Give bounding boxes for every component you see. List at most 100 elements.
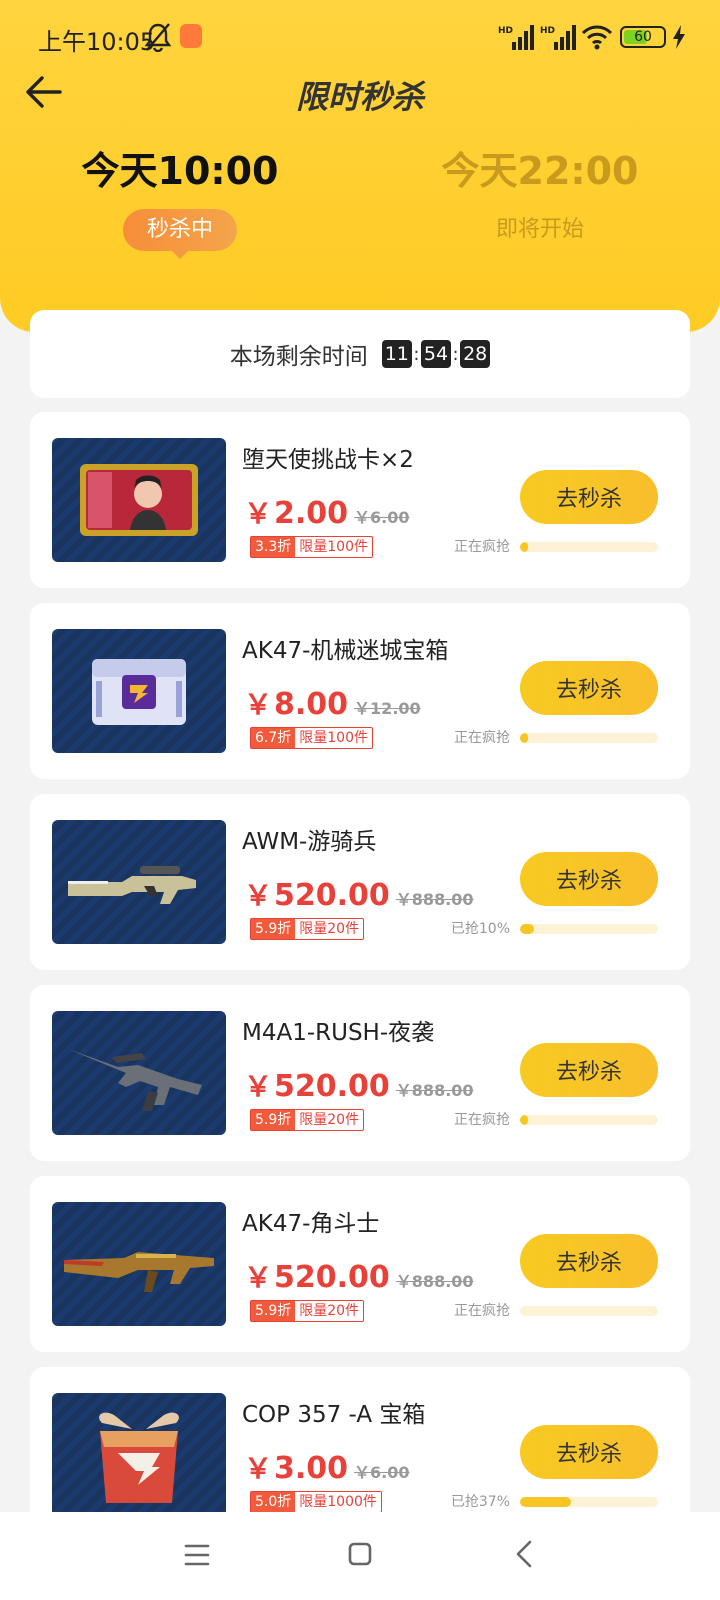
product-image-treasure-chest xyxy=(52,629,226,753)
svg-text:HD: HD xyxy=(540,26,555,36)
home-icon[interactable] xyxy=(346,1540,374,1568)
wifi-icon xyxy=(581,25,613,50)
flash-buy-button[interactable]: 去秒杀 xyxy=(520,1425,658,1479)
promo-tags: 5.0折 限量1000件 xyxy=(250,1491,382,1512)
session-time: 今天10:00 xyxy=(81,149,279,193)
product-name: AK47-机械迷城宝箱 xyxy=(242,638,449,664)
progress-bar xyxy=(520,733,658,743)
flash-buy-button[interactable]: 去秒杀 xyxy=(520,852,658,906)
limit-tag: 限量1000件 xyxy=(299,1494,377,1510)
product-price: ￥520.00 ￥888.00 xyxy=(244,1260,474,1295)
product-card[interactable]: 堕天使挑战卡×2 ￥2.00 ￥6.00 3.3折 限量100件 去秒杀 正在疯抢 xyxy=(30,412,690,588)
product-card[interactable]: AK47-机械迷城宝箱 ￥8.00 ￥12.00 6.7折 限量100件 去秒杀 … xyxy=(30,603,690,779)
bell-muted-icon xyxy=(144,23,172,52)
flash-buy-button[interactable]: 去秒杀 xyxy=(520,661,658,715)
original-price: ￥12.00 xyxy=(354,699,421,718)
progress-text: 正在疯抢 xyxy=(454,1112,510,1128)
session-time: 今天22:00 xyxy=(441,149,639,193)
battery-icon: 60 xyxy=(620,26,666,48)
progress-text: 正在疯抢 xyxy=(454,539,510,555)
countdown-minutes: 54 xyxy=(420,340,452,368)
discount-tag: 3.3折 xyxy=(251,537,296,557)
limit-tag: 限量100件 xyxy=(299,730,368,746)
discount-tag: 5.0折 xyxy=(251,1492,296,1512)
discount-tag: 5.9折 xyxy=(251,919,296,939)
countdown-seconds: 28 xyxy=(460,340,491,368)
product-price: ￥2.00 ￥6.00 xyxy=(244,496,410,531)
product-card[interactable]: COP 357 -A 宝箱 ￥3.00 ￥6.00 5.0折 限量1000件 去秒… xyxy=(30,1367,690,1512)
progress-fill xyxy=(520,924,534,934)
session-tab-0[interactable]: 今天10:00 秒杀中 xyxy=(30,140,330,259)
signal-icon: HD xyxy=(540,25,576,50)
progress-bar xyxy=(520,1115,658,1125)
product-price: ￥3.00 ￥6.00 xyxy=(244,1451,410,1486)
progress-text: 正在疯抢 xyxy=(454,730,510,746)
session-status-label: 即将开始 xyxy=(495,217,584,242)
status-time: 上午10:05 xyxy=(38,28,156,56)
status-bar: 上午10:05 HD HD 60 xyxy=(0,14,720,60)
product-name: 堕天使挑战卡×2 xyxy=(242,447,414,473)
product-image-challenge-card xyxy=(52,438,226,562)
progress-fill xyxy=(520,1115,528,1125)
product-image-gift-box xyxy=(52,1393,226,1512)
system-nav-bar xyxy=(0,1512,720,1600)
progress-bar xyxy=(520,1306,658,1316)
progress-bar xyxy=(520,924,658,934)
product-card[interactable]: M4A1-RUSH-夜袭 ￥520.00 ￥888.00 5.9折 限量20件 去… xyxy=(30,985,690,1161)
original-price: ￥6.00 xyxy=(354,508,410,527)
product-image-assault-rifle xyxy=(52,1011,226,1135)
app-badge-icon xyxy=(180,24,202,48)
countdown-separator: : xyxy=(452,343,459,365)
menu-icon[interactable] xyxy=(184,1542,210,1568)
back-icon[interactable] xyxy=(512,1538,536,1570)
progress-text: 正在疯抢 xyxy=(454,1303,510,1319)
flash-buy-button[interactable]: 去秒杀 xyxy=(520,470,658,524)
product-list: 堕天使挑战卡×2 ￥2.00 ￥6.00 3.3折 限量100件 去秒杀 正在疯抢… xyxy=(30,412,690,1512)
flash-buy-button[interactable]: 去秒杀 xyxy=(520,1043,658,1097)
progress-bar xyxy=(520,1497,658,1507)
product-image-sniper-rifle xyxy=(52,820,226,944)
countdown-label: 本场剩余时间 xyxy=(229,344,368,370)
page-title: 限时秒杀 xyxy=(295,78,424,116)
header-banner: 上午10:05 HD HD 60 限时秒杀 今天10:00 秒杀中 今天22:0… xyxy=(0,0,720,332)
original-price: ￥888.00 xyxy=(395,1081,474,1100)
product-card[interactable]: AK47-角斗士 ￥520.00 ￥888.00 5.9折 限量20件 去秒杀 正… xyxy=(30,1176,690,1352)
original-price: ￥888.00 xyxy=(395,890,474,909)
limit-tag: 限量20件 xyxy=(299,1112,360,1128)
session-tab-1[interactable]: 今天22:00 即将开始 xyxy=(390,140,690,251)
session-status-badge: 秒杀中 xyxy=(122,209,237,259)
discount-tag: 5.9折 xyxy=(251,1110,296,1130)
promo-tags: 6.7折 限量100件 xyxy=(250,727,373,749)
discount-tag: 5.9折 xyxy=(251,1301,296,1321)
limit-tag: 限量100件 xyxy=(299,539,368,555)
progress-fill xyxy=(520,542,528,552)
progress-bar xyxy=(520,542,658,552)
progress-fill xyxy=(520,733,528,743)
product-image-ak47-rifle xyxy=(52,1202,226,1326)
countdown-hours: 11 xyxy=(381,340,412,368)
product-card[interactable]: AWM-游骑兵 ￥520.00 ￥888.00 5.9折 限量20件 去秒杀 已抢… xyxy=(30,794,690,970)
discount-tag: 6.7折 xyxy=(251,728,296,748)
product-name: AWM-游骑兵 xyxy=(242,829,377,855)
signal-icon: HD xyxy=(498,25,534,50)
product-price: ￥8.00 ￥12.00 xyxy=(244,687,421,722)
progress-text: 已抢37% xyxy=(450,1494,510,1510)
flash-buy-button[interactable]: 去秒杀 xyxy=(520,1234,658,1288)
promo-tags: 5.9折 限量20件 xyxy=(250,1109,365,1131)
product-name: M4A1-RUSH-夜袭 xyxy=(242,1020,435,1046)
charging-bolt-icon xyxy=(673,25,685,49)
original-price: ￥6.00 xyxy=(354,1463,410,1482)
product-name: COP 357 -A 宝箱 xyxy=(242,1402,426,1428)
product-price: ￥520.00 ￥888.00 xyxy=(244,1069,474,1104)
promo-tags: 5.9折 限量20件 xyxy=(250,1300,365,1322)
product-name: AK47-角斗士 xyxy=(242,1211,380,1237)
product-price: ￥520.00 ￥888.00 xyxy=(244,878,474,913)
countdown-card: 本场剩余时间 11 : 54 : 28 xyxy=(30,310,690,398)
battery-text: 60 xyxy=(634,29,652,45)
original-price: ￥888.00 xyxy=(395,1272,474,1291)
promo-tags: 3.3折 限量100件 xyxy=(250,536,373,558)
limit-tag: 限量20件 xyxy=(299,1303,360,1319)
countdown-separator: : xyxy=(413,343,420,365)
progress-fill xyxy=(520,1497,572,1507)
progress-text: 已抢10% xyxy=(450,921,510,937)
